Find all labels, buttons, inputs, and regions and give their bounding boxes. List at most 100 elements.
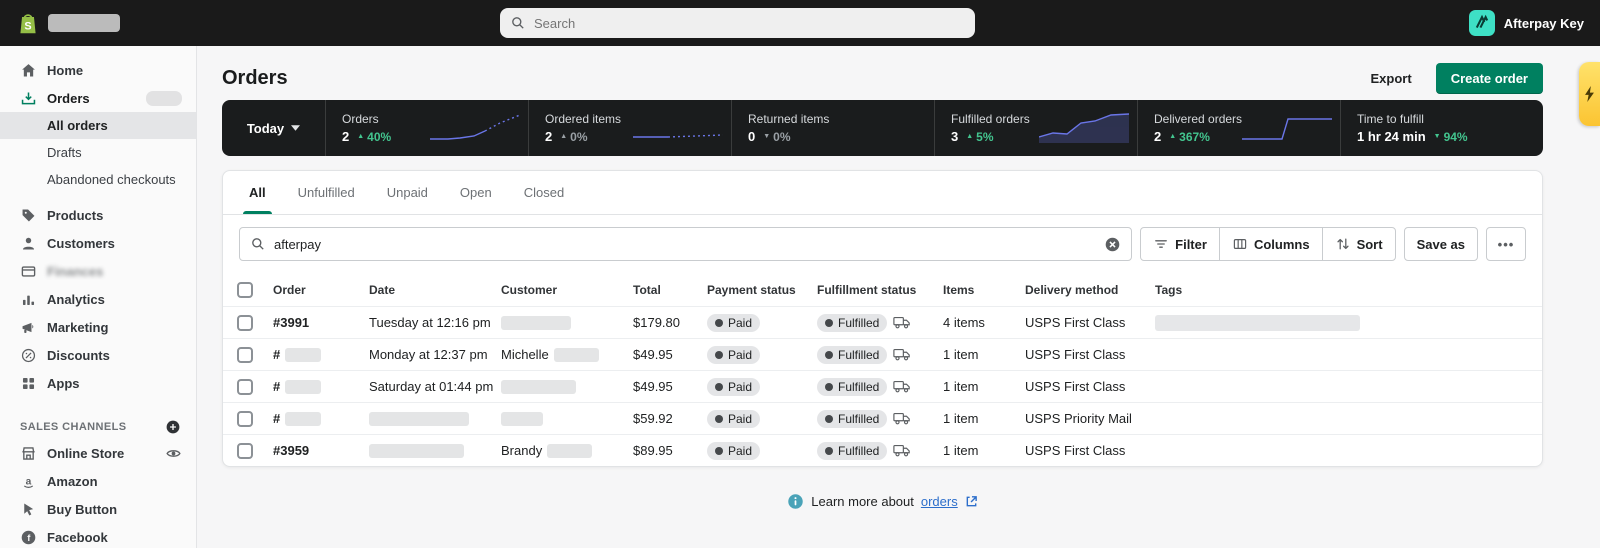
tab-closed[interactable]: Closed (508, 171, 580, 214)
order-number[interactable]: # (273, 411, 369, 426)
tab-unfulfilled[interactable]: Unfulfilled (282, 171, 371, 214)
fulfillment-status-badge: Fulfilled (817, 378, 887, 396)
status-dot (715, 415, 723, 423)
order-total: $49.95 (633, 379, 707, 394)
sidebar-subitem-abandoned-checkouts[interactable]: Abandoned checkouts (0, 166, 196, 193)
save-as-button[interactable]: Save as (1404, 227, 1478, 261)
column-header-order: Order (273, 283, 369, 297)
status-dot (715, 447, 723, 455)
sidebar-item-analytics[interactable]: Analytics (0, 285, 196, 313)
row-checkbox[interactable] (237, 315, 253, 331)
store-logo-area[interactable]: S (16, 10, 197, 36)
store-icon (20, 445, 37, 462)
page-title: Orders (222, 67, 288, 90)
ellipsis-icon: ••• (1498, 237, 1515, 252)
orders-search-field[interactable] (239, 227, 1132, 261)
sort-button[interactable]: Sort (1322, 227, 1396, 261)
customer-name: Brandy (501, 443, 633, 458)
table-row[interactable]: # Monday at 12:37 pm Michelle $49.95 Pai… (223, 338, 1542, 370)
sidebar-item-finances[interactable]: Finances (0, 257, 196, 285)
redacted-text (369, 412, 469, 426)
tab-all[interactable]: All (233, 171, 282, 214)
payment-status-badge: Paid (707, 442, 760, 460)
status-dot (715, 319, 723, 327)
create-order-button[interactable]: Create order (1436, 63, 1543, 94)
app-quick-panel-tab[interactable] (1579, 62, 1600, 126)
status-dot (715, 383, 723, 391)
row-checkbox[interactable] (237, 411, 253, 427)
sidebar-item-orders[interactable]: Orders (0, 84, 196, 112)
afterpay-icon (1469, 10, 1495, 36)
row-checkbox[interactable] (237, 347, 253, 363)
more-actions-button[interactable]: ••• (1486, 227, 1526, 261)
sidebar-item-home[interactable]: Home (0, 56, 196, 84)
trend-arrow-icon (560, 133, 567, 140)
column-header-payment-status: Payment status (707, 283, 817, 297)
payment-status-badge: Paid (707, 346, 760, 364)
metric-fulfilled-orders: Fulfilled orders 3 5% (935, 100, 1138, 156)
sidebar-item-products[interactable]: Products (0, 201, 196, 229)
sidebar-item-label: Finances (47, 264, 103, 279)
tab-unpaid[interactable]: Unpaid (371, 171, 444, 214)
export-button[interactable]: Export (1361, 65, 1422, 92)
add-sales-channel-button[interactable] (165, 419, 181, 435)
sidebar-item-label: Amazon (47, 474, 98, 489)
filter-toolbar: Filter Columns Sort Save as ••• (223, 215, 1542, 273)
order-number[interactable]: #3991 (273, 315, 369, 330)
sidebar-item-label: Facebook (47, 530, 108, 545)
eye-icon[interactable] (165, 445, 182, 462)
sidebar-subitem-drafts[interactable]: Drafts (0, 139, 196, 166)
analytics-icon (20, 291, 37, 308)
sidebar-item-buy-button[interactable]: Buy Button (0, 495, 196, 523)
metric-delivered-orders: Delivered orders 2 367% (1138, 100, 1341, 156)
order-number[interactable]: # (273, 347, 369, 362)
redacted-text (501, 412, 543, 426)
sidebar-item-discounts[interactable]: Discounts (0, 341, 196, 369)
row-checkbox[interactable] (237, 443, 253, 459)
sidebar-subitem-all-orders[interactable]: All orders (0, 112, 196, 139)
order-number[interactable]: # (273, 379, 369, 394)
order-total: $179.80 (633, 315, 707, 330)
chevron-down-icon (291, 125, 300, 131)
column-header-customer: Customer (501, 283, 633, 297)
select-all-checkbox[interactable] (237, 282, 253, 298)
global-search-input[interactable] (534, 16, 965, 31)
redacted-text (554, 348, 599, 362)
tab-open[interactable]: Open (444, 171, 508, 214)
shopify-logo-icon[interactable]: S (16, 10, 40, 36)
table-row[interactable]: # Saturday at 01:44 pm $49.95 Paid Fulfi… (223, 370, 1542, 402)
trend-arrow-icon (1434, 133, 1441, 140)
clear-search-button[interactable] (1104, 236, 1121, 253)
sidebar-item-amazon[interactable]: a Amazon (0, 467, 196, 495)
table-row[interactable]: #3991 Tuesday at 12:16 pm $179.80 Paid F… (223, 306, 1542, 338)
columns-button[interactable]: Columns (1219, 227, 1323, 261)
metric-time-to-fulfill: Time to fulfill 1 hr 24 min 94% (1341, 100, 1543, 156)
table-row[interactable]: # $59.92 Paid Fulfilled 1 item USPS Prio… (223, 402, 1542, 434)
date-range-dropdown[interactable]: Today (222, 100, 326, 156)
items-count: 1 item (943, 347, 1025, 362)
sidebar-item-marketing[interactable]: Marketing (0, 313, 196, 341)
status-dot (825, 415, 833, 423)
order-number[interactable]: #3959 (273, 443, 369, 458)
sidebar-item-apps[interactable]: Apps (0, 369, 196, 397)
filter-button[interactable]: Filter (1140, 227, 1220, 261)
sidebar-item-facebook[interactable]: f Facebook (0, 523, 196, 548)
global-search[interactable] (500, 8, 975, 38)
metric-ordered-items: Ordered items 2 0% (529, 100, 732, 156)
sidebar-item-customers[interactable]: Customers (0, 229, 196, 257)
fulfillment-status-badge: Fulfilled (817, 346, 887, 364)
buy-button-icon (20, 501, 37, 518)
afterpay-key-button[interactable]: Afterpay Key (1469, 10, 1584, 36)
orders-search-input[interactable] (274, 237, 1096, 252)
sales-channels-header: SALES CHANNELS (0, 415, 196, 439)
learn-more-orders-link[interactable]: orders (921, 494, 958, 509)
discounts-icon (20, 347, 37, 364)
customer-name (501, 412, 633, 426)
row-checkbox[interactable] (237, 379, 253, 395)
column-header-items: Items (943, 283, 1025, 297)
sidebar-item-online-store[interactable]: Online Store (0, 439, 196, 467)
table-row[interactable]: #3959 Brandy $89.95 Paid Fulfilled 1 ite… (223, 434, 1542, 466)
sidebar-item-label: Marketing (47, 320, 108, 335)
top-bar: S Afterpay Key (0, 0, 1600, 46)
fulfillment-status-badge: Fulfilled (817, 410, 887, 428)
